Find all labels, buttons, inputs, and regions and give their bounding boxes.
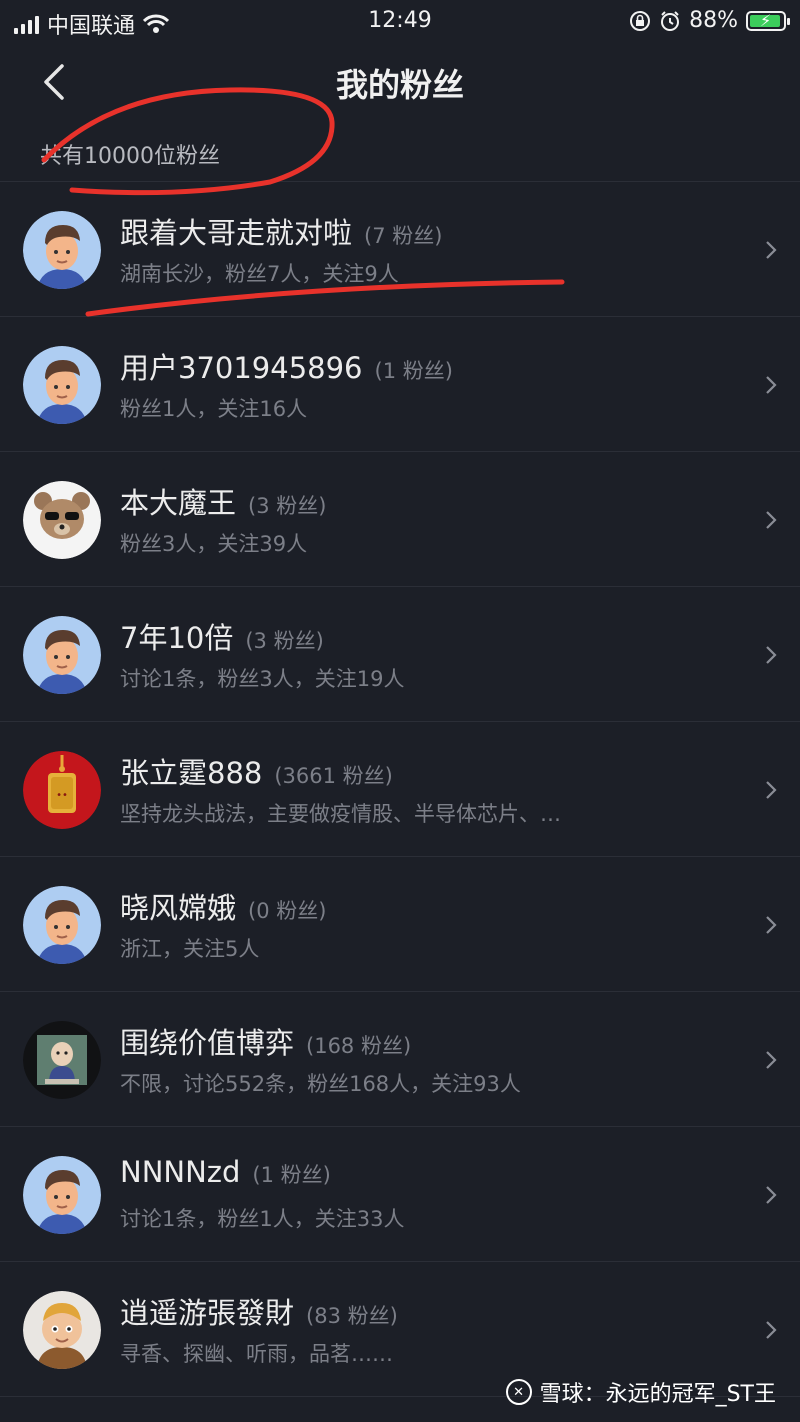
avatar[interactable]: ••	[23, 751, 101, 829]
avatar[interactable]	[23, 346, 101, 424]
follower-list: 跟着大哥走就对啦 (7 粉丝) 湖南长沙，粉丝7人，关注9人 用户37019458…	[0, 182, 800, 1397]
follower-desc: 讨论1条，粉丝1人，关注33人	[120, 1207, 405, 1231]
follower-row[interactable]: 用户3701945896 (1 粉丝) 粉丝1人，关注16人	[0, 317, 800, 452]
chevron-right-icon	[766, 646, 777, 664]
follower-desc: 寻香、探幽、听雨，品茗……	[120, 1342, 393, 1366]
nav-bar: 我的粉丝	[0, 44, 800, 118]
follower-name: NNNNzd	[120, 1155, 241, 1189]
follower-name: 跟着大哥走就对啦	[120, 216, 353, 250]
chevron-right-icon	[766, 1321, 777, 1339]
follower-desc: 浙江，关注5人	[120, 937, 260, 961]
follower-name: 7年10倍	[120, 621, 234, 655]
follower-name: 本大魔王	[120, 486, 237, 520]
fans-count: (3 粉丝)	[245, 629, 324, 653]
follower-name: 晓风嫦娥	[120, 891, 237, 925]
chevron-right-icon	[766, 511, 777, 529]
follower-desc: 不限，讨论552条，粉丝168人，关注93人	[120, 1072, 521, 1096]
follower-name: 围绕价值博弈	[120, 1026, 295, 1060]
fans-count: (168 粉丝)	[306, 1034, 412, 1058]
follower-row[interactable]: 跟着大哥走就对啦 (7 粉丝) 湖南长沙，粉丝7人，关注9人	[0, 182, 800, 317]
follower-row[interactable]: 晓风嫦娥 (0 粉丝) 浙江，关注5人	[0, 857, 800, 992]
follower-row[interactable]: 围绕价值博弈 (168 粉丝) 不限，讨论552条，粉丝168人，关注93人	[0, 992, 800, 1127]
fans-count: (83 粉丝)	[306, 1304, 398, 1328]
follower-name: 逍遥游張發財	[120, 1296, 295, 1330]
follower-name: 用户3701945896	[120, 351, 363, 385]
fans-count: (3 粉丝)	[248, 494, 327, 518]
avatar[interactable]	[23, 1291, 101, 1369]
fans-count: (1 粉丝)	[374, 359, 453, 383]
chevron-right-icon	[766, 781, 777, 799]
avatar[interactable]	[23, 211, 101, 289]
battery-percent: 88%	[689, 8, 738, 33]
watermark-text: 雪球：永远的冠军_ST王	[539, 1382, 776, 1407]
avatar[interactable]	[23, 886, 101, 964]
chevron-right-icon	[766, 916, 777, 934]
chevron-right-icon	[766, 1186, 777, 1204]
fans-count: (1 粉丝)	[252, 1163, 331, 1187]
chevron-right-icon	[766, 241, 777, 259]
xueqiu-logo-icon: ✕	[505, 1379, 532, 1405]
follower-name: 张立霆888	[120, 756, 263, 790]
status-bar: 中国联通 12:49 88% ⚡	[0, 0, 800, 44]
follower-desc: 讨论1条，粉丝3人，关注19人	[120, 667, 405, 691]
svg-text:••: ••	[56, 790, 68, 801]
chevron-right-icon	[766, 1051, 777, 1069]
rotation-lock-icon	[630, 10, 651, 31]
fans-count: (3661 粉丝)	[274, 764, 393, 788]
follower-row[interactable]: 7年10倍 (3 粉丝) 讨论1条，粉丝3人，关注19人	[0, 587, 800, 722]
follower-desc: 粉丝1人，关注16人	[120, 397, 308, 421]
watermark: ✕ 雪球：永远的冠军_ST王	[505, 1376, 776, 1408]
page-title: 我的粉丝	[335, 66, 464, 104]
avatar[interactable]	[23, 616, 101, 694]
follower-desc: 湖南长沙，粉丝7人，关注9人	[120, 262, 399, 286]
follower-row[interactable]: 本大魔王 (3 粉丝) 粉丝3人，关注39人	[0, 452, 800, 587]
avatar[interactable]	[23, 1156, 101, 1234]
alarm-icon	[661, 10, 680, 31]
battery-icon: ⚡	[746, 10, 790, 31]
follower-row[interactable]: •• 张立霆888 (3661 粉丝) 坚持龙头战法，主要做疫情股、半导体芯片、…	[0, 722, 800, 857]
fans-count: (0 粉丝)	[248, 899, 327, 923]
follower-desc: 坚持龙头战法，主要做疫情股、半导体芯片、…	[120, 802, 561, 826]
fans-count: (7 粉丝)	[364, 224, 443, 248]
chevron-right-icon	[766, 376, 777, 394]
follower-count: 共有10000位粉丝	[40, 144, 220, 169]
avatar[interactable]	[23, 1021, 101, 1099]
follower-row[interactable]: NNNNzd (1 粉丝) 讨论1条，粉丝1人，关注33人	[0, 1127, 800, 1262]
avatar[interactable]	[23, 481, 101, 559]
follower-desc: 粉丝3人，关注39人	[120, 532, 308, 556]
